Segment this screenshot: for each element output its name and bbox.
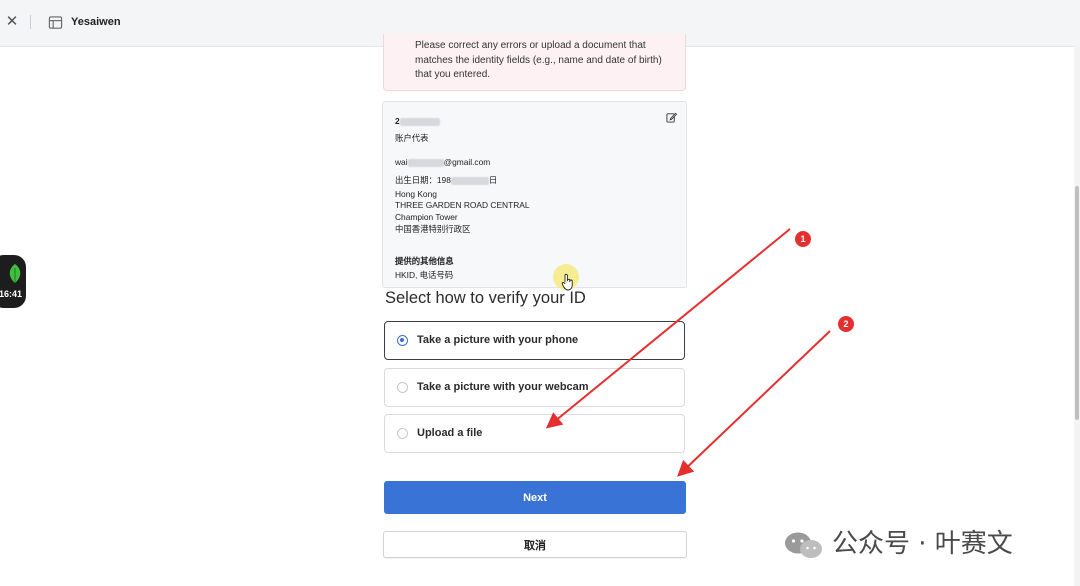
watermark: 公众号 · 叶赛文: [782, 524, 1013, 564]
option-label: Take a picture with your phone: [417, 334, 579, 346]
verify-heading: Select how to verify your ID: [385, 289, 586, 307]
error-alert: Please correct any errors or upload a do…: [383, 34, 686, 91]
storefront-icon: [48, 16, 63, 29]
close-icon[interactable]: ✕: [4, 14, 20, 30]
leaf-icon: [9, 264, 21, 283]
alert-message: Please correct any errors or upload a do…: [415, 40, 662, 80]
annotation-badge-2: 2: [838, 316, 854, 332]
address-line: 中国香港特别行政区: [395, 224, 471, 234]
annotation-badge-1: 1: [795, 231, 811, 247]
account-name: 2: [395, 116, 440, 126]
option-label: Upload a file: [417, 427, 483, 439]
option-phone[interactable]: Take a picture with your phone: [384, 321, 685, 360]
edit-icon[interactable]: [666, 112, 677, 123]
annotation-arrow-2: [677, 330, 831, 477]
account-role: 账户代表: [395, 133, 429, 143]
option-upload-file[interactable]: Upload a file: [384, 414, 685, 453]
site-title: Yesaiwen: [71, 16, 121, 28]
clock-time: 16:41: [0, 289, 23, 299]
radio-button[interactable]: [397, 335, 408, 346]
cancel-button[interactable]: 取消: [383, 531, 687, 558]
address-line: THREE GARDEN ROAD CENTRAL: [395, 200, 530, 210]
divider: [30, 15, 31, 29]
option-webcam[interactable]: Take a picture with your webcam: [384, 368, 685, 407]
address-line: Champion Tower: [395, 212, 458, 222]
option-label: Take a picture with your webcam: [417, 381, 589, 393]
watermark-text: 公众号 · 叶赛文: [832, 529, 1013, 559]
scrollbar-thumb[interactable]: [1075, 186, 1079, 420]
other-info-title: 提供的其他信息: [395, 256, 454, 266]
address-line: Hong Kong: [395, 189, 437, 199]
clock-widget[interactable]: 16:41: [0, 255, 26, 308]
date-of-birth: 出生日期：198 日: [395, 175, 498, 185]
identity-info-card: 2 账户代表 wai @gmail.com 出生日期：198 日 Hong Kong…: [382, 101, 687, 288]
wechat-icon: [785, 532, 822, 558]
next-button[interactable]: Next: [384, 481, 686, 514]
account-email: wai @gmail.com: [395, 157, 491, 167]
radio-button[interactable]: [397, 428, 408, 439]
radio-button[interactable]: [397, 382, 408, 393]
other-info-value: HKID, 电话号码: [395, 270, 454, 280]
